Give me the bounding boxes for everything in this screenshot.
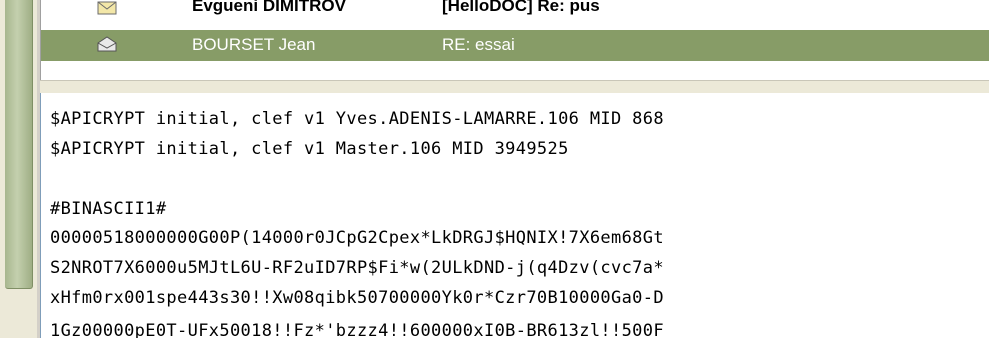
- message-row[interactable]: Evgueni DIMITROV [HelloDOC] Re: pus: [41, 0, 989, 18]
- body-line: S2NROT7X6000u5MJtL6U-RF2uID7RP$Fi*w(2ULk…: [50, 258, 664, 278]
- message-sender: Evgueni DIMITROV: [192, 0, 346, 15]
- body-line: 1Gz00000pE0T-UFx50018!!Fz*'bzzz4!!600000…: [50, 321, 664, 338]
- body-line: $APICRYPT initial, clef v1 Master.106 MI…: [50, 139, 569, 159]
- body-line: $APICRYPT initial, clef v1 Yves.ADENIS-L…: [50, 109, 664, 129]
- sidebar-scroll-bar[interactable]: [5, 0, 33, 289]
- message-row-selected[interactable]: BOURSET Jean RE: essai: [41, 30, 989, 61]
- body-line: 00000518000000G00P(14000r0JCpG2Cpex*LkDR…: [50, 228, 664, 248]
- left-sidebar: [0, 0, 40, 338]
- message-sender: BOURSET Jean: [192, 35, 316, 54]
- envelope-unread-icon: [97, 1, 117, 15]
- message-subject: [HelloDOC] Re: pus: [442, 0, 600, 15]
- message-list: Evgueni DIMITROV [HelloDOC] Re: pus BOUR…: [40, 0, 989, 80]
- body-line: #BINASCII1#: [50, 199, 167, 219]
- message-subject: RE: essai: [442, 35, 515, 54]
- envelope-open-icon: [97, 36, 117, 52]
- message-body[interactable]: $APICRYPT initial, clef v1 Yves.ADENIS-L…: [40, 93, 989, 338]
- body-line: xHfm0rx001spe443s30!!Xw08qibk50700000Yk0…: [50, 288, 664, 308]
- pane-splitter[interactable]: [40, 80, 989, 94]
